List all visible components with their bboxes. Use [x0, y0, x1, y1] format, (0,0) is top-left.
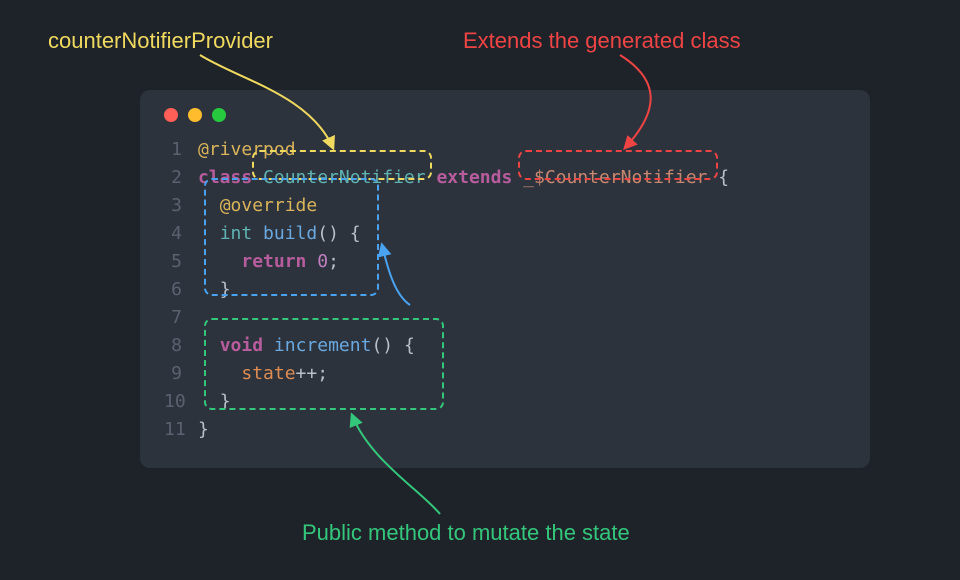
code-line: 1 @riverpod: [164, 136, 846, 164]
line-number: 2: [164, 164, 198, 192]
brace: {: [707, 167, 729, 188]
line-number: 6: [164, 276, 198, 304]
code-line: 5 return 0;: [164, 248, 846, 276]
code-line: 6 }: [164, 276, 846, 304]
keyword-void: void: [220, 335, 263, 356]
line-number: 7: [164, 304, 198, 332]
literal-zero: 0: [317, 251, 328, 272]
code-line: 2 class CounterNotifier extends _$Counte…: [164, 164, 846, 192]
line-number: 10: [164, 388, 198, 416]
window-traffic-lights: [164, 108, 846, 122]
identifier-state: state: [241, 363, 295, 384]
paren-brace: () {: [371, 335, 414, 356]
code-line: 9 state++;: [164, 360, 846, 388]
code-line: 10 }: [164, 388, 846, 416]
annotation-extends: Extends the generated class: [463, 28, 741, 54]
code-line: 3 @override: [164, 192, 846, 220]
minimize-icon: [188, 108, 202, 122]
class-name: CounterNotifier: [263, 167, 426, 188]
method-increment: increment: [274, 335, 372, 356]
annotation-mutate: Public method to mutate the state: [302, 520, 630, 546]
code-line: 11 }: [164, 416, 846, 444]
brace: }: [220, 279, 231, 300]
generated-class-name: _$CounterNotifier: [523, 167, 707, 188]
keyword-extends: extends: [436, 167, 512, 188]
code-line: 4 int build() {: [164, 220, 846, 248]
line-number: 5: [164, 248, 198, 276]
code-body: 1 @riverpod 2 class CounterNotifier exte…: [164, 136, 846, 444]
paren-brace: () {: [317, 223, 360, 244]
code-line: 7: [164, 304, 846, 332]
brace: }: [198, 419, 209, 440]
annotation-override: @override: [220, 195, 318, 216]
annotation-decorator: @riverpod: [198, 139, 296, 160]
diagram-canvas: counterNotifierProvider Extends the gene…: [0, 0, 960, 580]
code-line: 8 void increment() {: [164, 332, 846, 360]
line-number: 11: [164, 416, 198, 444]
line-number: 8: [164, 332, 198, 360]
line-number: 9: [164, 360, 198, 388]
keyword-class: class: [198, 167, 252, 188]
return-type: int: [220, 223, 253, 244]
brace: }: [220, 391, 231, 412]
keyword-return: return: [241, 251, 306, 272]
code-window: 1 @riverpod 2 class CounterNotifier exte…: [140, 90, 870, 468]
semicolon: ;: [328, 251, 339, 272]
line-number: 3: [164, 192, 198, 220]
operator-increment: ++;: [296, 363, 329, 384]
method-build: build: [263, 223, 317, 244]
close-icon: [164, 108, 178, 122]
line-number: 1: [164, 136, 198, 164]
annotation-provider: counterNotifierProvider: [48, 28, 273, 54]
line-number: 4: [164, 220, 198, 248]
zoom-icon: [212, 108, 226, 122]
